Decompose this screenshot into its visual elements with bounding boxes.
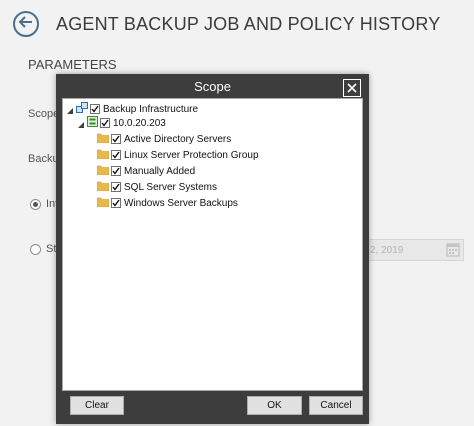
- tree-node-label: Manually Added: [124, 165, 196, 177]
- child-checkbox[interactable]: [111, 182, 121, 192]
- child-checkbox[interactable]: [111, 134, 121, 144]
- child-checkbox[interactable]: [111, 166, 121, 176]
- back-button[interactable]: [13, 11, 39, 37]
- folder-icon: [96, 165, 110, 178]
- tree-node-label: Backup Infrastructure: [103, 103, 199, 115]
- tree-node-windows-server-backups[interactable]: Windows Server Backups: [96, 196, 238, 210]
- root-checkbox[interactable]: [90, 104, 100, 114]
- interval-radio[interactable]: [30, 199, 41, 210]
- tree-node-label: Linux Server Protection Group: [124, 149, 259, 161]
- tree-node-root[interactable]: Backup Infrastructure: [67, 101, 199, 117]
- child-checkbox[interactable]: [111, 150, 121, 160]
- tree-node-active-directory-servers[interactable]: Active Directory Servers: [96, 132, 232, 146]
- calendar-icon[interactable]: [446, 242, 460, 257]
- parameters-section-title: PARAMETERS: [28, 57, 117, 72]
- tree-node-label: Active Directory Servers: [124, 133, 232, 145]
- tree-node-server[interactable]: 10.0.20.203: [78, 116, 166, 130]
- child-checkbox[interactable]: [111, 198, 121, 208]
- folder-icon: [96, 197, 110, 210]
- page-title: AGENT BACKUP JOB AND POLICY HISTORY: [56, 14, 441, 34]
- folder-icon: [96, 149, 110, 162]
- dialog-title: Scope: [194, 79, 231, 94]
- tree-node-label: Windows Server Backups: [124, 197, 238, 209]
- tree-node-linux-server-protection-group[interactable]: Linux Server Protection Group: [96, 148, 259, 162]
- close-button[interactable]: [343, 79, 361, 97]
- server-icon: [87, 116, 98, 130]
- arrow-left-icon: [18, 15, 33, 33]
- start-date-radio[interactable]: [30, 244, 41, 255]
- folder-icon: [96, 133, 110, 146]
- tree-node-label: SQL Server Systems: [124, 181, 217, 193]
- cancel-button[interactable]: Cancel: [309, 396, 363, 415]
- tree-node-label: 10.0.20.203: [113, 117, 166, 129]
- scope-label: Scope: [28, 108, 60, 120]
- page-header: AGENT BACKUP JOB AND POLICY HISTORY: [0, 0, 474, 50]
- ok-button[interactable]: OK: [247, 396, 302, 415]
- scope-tree: Backup Infrastructure 10.0.20.203 Active…: [62, 98, 363, 391]
- expand-collapse-icon[interactable]: [67, 106, 73, 114]
- folder-icon: [96, 181, 110, 194]
- expand-collapse-icon[interactable]: [78, 120, 84, 128]
- server-checkbox[interactable]: [100, 118, 110, 128]
- clear-button[interactable]: Clear: [70, 396, 124, 415]
- backup-infrastructure-icon: [76, 101, 88, 117]
- tree-node-sql-server-systems[interactable]: SQL Server Systems: [96, 180, 217, 194]
- scope-dialog: Scope Backup Infrastructure 10.0.20.203 …: [56, 74, 369, 424]
- tree-node-manually-added[interactable]: Manually Added: [96, 164, 196, 178]
- end-date-value: 2, 2019: [370, 245, 404, 256]
